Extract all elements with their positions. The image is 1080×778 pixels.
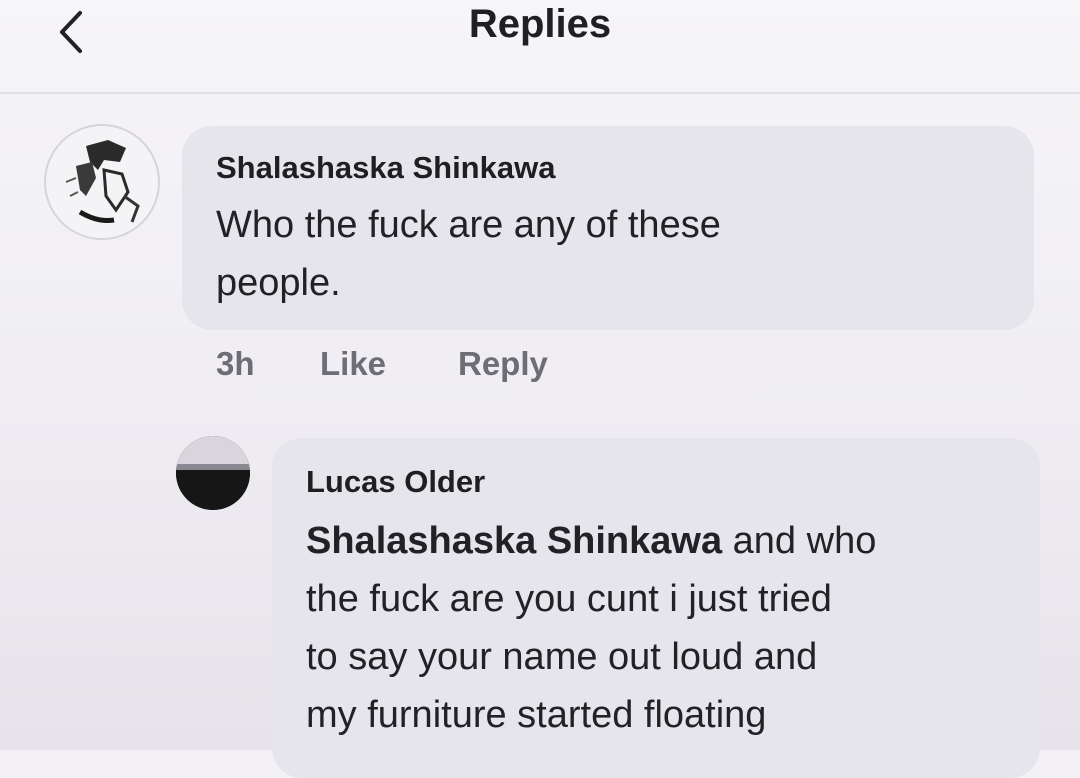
replies-screen: Replies Shalashaska Shinkawa Who the fuc… [0, 0, 1080, 778]
comment-text-fragment: and who [722, 520, 877, 562]
avatar[interactable] [176, 436, 250, 510]
comment-text: Shalashaska Shinkawa and who the fuck ar… [306, 512, 1026, 744]
comment-text-line: the fuck are you cunt i just tried [306, 578, 832, 620]
comment-text-line: to say your name out loud and [306, 636, 818, 678]
comment-text-line: my furniture started floating [306, 694, 767, 736]
comment-author[interactable]: Lucas Older [306, 464, 485, 500]
comment-text-line: Shalashaska Shinkawa and who [306, 512, 1026, 570]
avatar-landscape-icon [176, 436, 250, 510]
mention-link[interactable]: Shalashaska Shinkawa [306, 520, 722, 562]
reply-item: Lucas Older Shalashaska Shinkawa and who… [0, 0, 1080, 778]
